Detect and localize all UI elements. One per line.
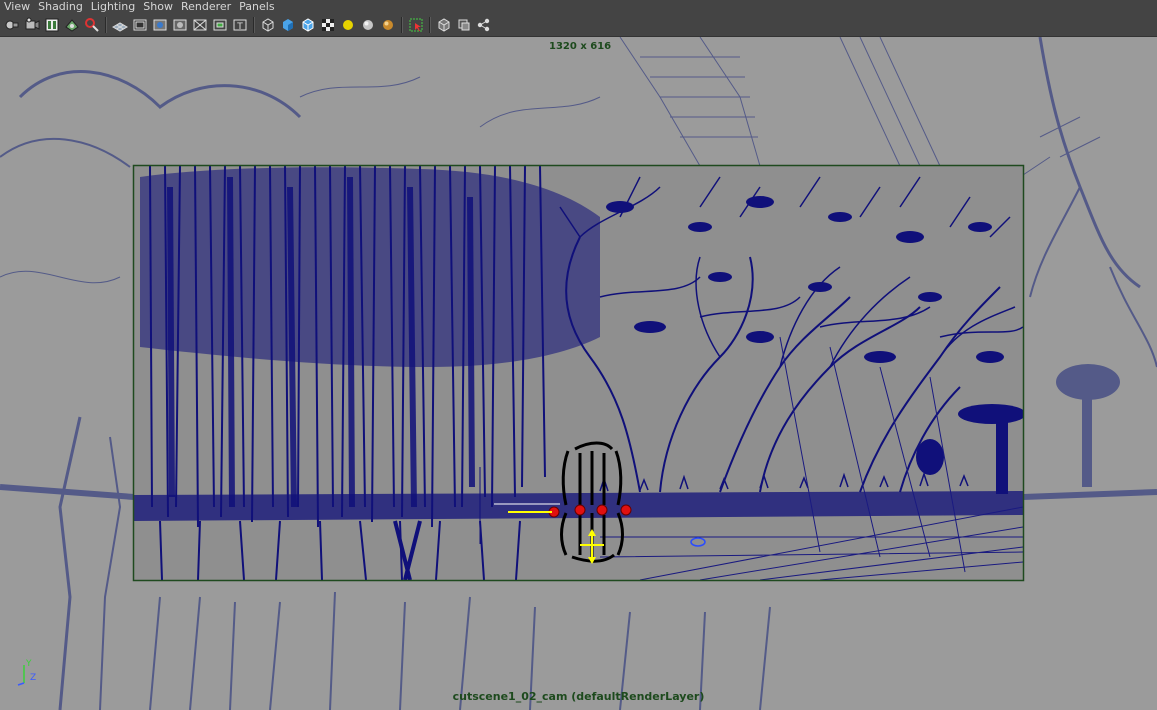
toolbar-separator [429, 17, 431, 33]
safe-title-icon[interactable]: T [231, 16, 249, 34]
ambient-occlusion-icon[interactable] [379, 16, 397, 34]
camera-name-label: cutscene1_02_cam (defaultRenderLayer) [452, 690, 705, 703]
field-chart-icon[interactable] [191, 16, 209, 34]
gate-mask-icon[interactable] [171, 16, 189, 34]
menu-shading[interactable]: Shading [34, 0, 87, 14]
viewport-3d[interactable] [0, 37, 1157, 710]
shadows-icon[interactable] [359, 16, 377, 34]
isolate-select-icon[interactable] [407, 16, 425, 34]
textured-icon[interactable] [319, 16, 337, 34]
bookmarks-icon[interactable] [43, 16, 61, 34]
xray-joints-icon[interactable] [475, 16, 493, 34]
image-plane-icon[interactable] [63, 16, 81, 34]
menu-lighting[interactable]: Lighting [87, 0, 139, 14]
menu-renderer[interactable]: Renderer [177, 0, 235, 14]
panel-toolbar: T [0, 14, 1157, 37]
menu-panels[interactable]: Panels [235, 0, 278, 14]
toolbar-separator [253, 17, 255, 33]
toolbar-separator [105, 17, 107, 33]
resolution-gate-icon[interactable] [151, 16, 169, 34]
xray-icon[interactable] [435, 16, 453, 34]
xray-active-icon[interactable] [455, 16, 473, 34]
axis-gizmo-icon: Y Z [17, 659, 36, 686]
use-all-lights-icon[interactable] [339, 16, 357, 34]
svg-text:T: T [236, 22, 243, 32]
resolution-readout: 1320 x 616 [549, 41, 612, 52]
menu-show[interactable]: Show [139, 0, 177, 14]
camera-attributes-icon[interactable] [23, 16, 41, 34]
select-camera-icon[interactable] [3, 16, 21, 34]
axis-z-label: Z [30, 673, 36, 683]
safe-action-icon[interactable] [211, 16, 229, 34]
film-gate-icon[interactable] [131, 16, 149, 34]
wireframe-on-shaded-icon[interactable] [299, 16, 317, 34]
wireframe-icon[interactable] [259, 16, 277, 34]
grid-icon[interactable] [111, 16, 129, 34]
scene-wireframe [0, 37, 1157, 710]
menu-view[interactable]: View [0, 0, 34, 14]
panel-menubar: View Shading Lighting Show Renderer Pane… [0, 0, 1157, 14]
2d-pan-zoom-icon[interactable] [83, 16, 101, 34]
toolbar-separator [401, 17, 403, 33]
axis-y-label: Y [25, 659, 32, 669]
smooth-shade-icon[interactable] [279, 16, 297, 34]
